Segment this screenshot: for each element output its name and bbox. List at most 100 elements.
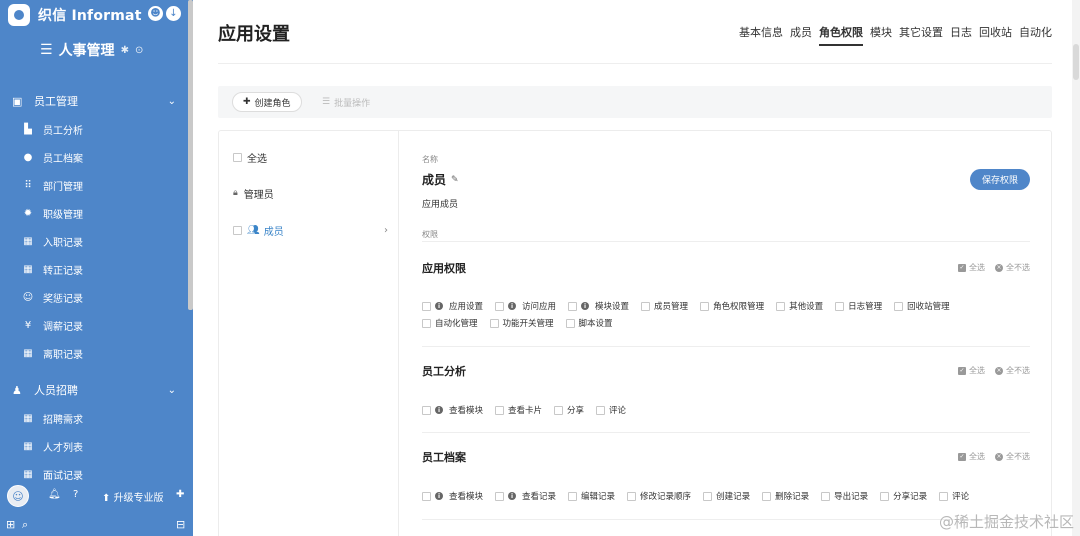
create-role-button[interactable]: ✚ 创建角色: [232, 92, 302, 112]
sidebar-item-resignation[interactable]: ▦ 离职记录: [0, 339, 188, 367]
checkbox[interactable]: [489, 318, 499, 328]
sidebar-item-rank[interactable]: ✹ 职级管理: [0, 199, 188, 227]
bell-icon[interactable]: 🔔︎: [48, 489, 61, 500]
perm-automation-management[interactable]: 自动化管理: [422, 317, 478, 329]
checkbox[interactable]: [835, 301, 845, 311]
select-all-button[interactable]: ✓ 全选: [958, 365, 985, 376]
checkbox[interactable]: [880, 491, 890, 501]
checkbox[interactable]: [422, 491, 431, 501]
sidebar-item-onboarding[interactable]: ▦ 入职记录: [0, 227, 188, 255]
perm-recycle-management[interactable]: 回收站管理: [894, 300, 950, 312]
app-title[interactable]: ☰ 人事管理 ✱ ⊙: [40, 40, 143, 60]
perm-role-management[interactable]: 角色权限管理: [700, 300, 764, 312]
select-all-button[interactable]: ✓ 全选: [958, 451, 985, 462]
edit-icon[interactable]: ✎: [451, 175, 459, 185]
select-none-button[interactable]: × 全不选: [995, 262, 1030, 273]
select-none-button[interactable]: × 全不选: [995, 365, 1030, 376]
checkbox[interactable]: [596, 405, 606, 415]
checkbox[interactable]: [703, 491, 713, 501]
perm-app-settings[interactable]: i 应用设置: [422, 300, 483, 312]
perm-reorder-record[interactable]: 修改记录顺序: [627, 490, 691, 502]
select-none-button[interactable]: × 全不选: [995, 451, 1030, 462]
upgrade-button[interactable]: ⬆ 升级专业版: [102, 489, 164, 504]
perm-module-settings[interactable]: i 模块设置: [568, 300, 629, 312]
checkbox[interactable]: [568, 491, 578, 501]
checkbox[interactable]: [627, 491, 637, 501]
sidebar-item-employee-profile[interactable]: ● 员工档案: [0, 143, 188, 171]
tab-role-permissions[interactable]: 角色权限: [819, 24, 863, 46]
perm-member-management[interactable]: 成员管理: [641, 300, 688, 312]
perm-view-module[interactable]: i 查看模块: [422, 490, 483, 502]
perm-export-record[interactable]: 导出记录: [821, 490, 868, 502]
brand[interactable]: 织信 Informat: [8, 4, 142, 26]
tab-automation[interactable]: 自动化: [1019, 24, 1052, 46]
help-icon[interactable]: ?: [73, 489, 78, 500]
save-permissions-button[interactable]: 保存权限: [970, 169, 1030, 190]
checkbox[interactable]: [422, 318, 431, 328]
perm-view-card[interactable]: 查看卡片: [495, 404, 542, 416]
checkbox[interactable]: [568, 301, 578, 311]
download-icon[interactable]: ↓: [166, 6, 181, 21]
batch-ops-button[interactable]: ☰ 批量操作: [314, 92, 378, 112]
perm-edit-record[interactable]: 编辑记录: [568, 490, 615, 502]
checkbox[interactable]: [700, 301, 710, 311]
settings-icon[interactable]: ✱: [121, 45, 129, 56]
role-checkbox[interactable]: [233, 225, 242, 235]
checkbox[interactable]: [495, 491, 505, 501]
main-scrollbar[interactable]: [1072, 0, 1080, 536]
user-menu-icon[interactable]: ☻: [148, 6, 163, 21]
role-item-member[interactable]: 👥︎ 成员 ›: [233, 220, 388, 240]
perm-access-app[interactable]: i 访问应用: [495, 300, 556, 312]
add-user-icon[interactable]: ✚: [176, 489, 184, 500]
checkbox[interactable]: [821, 491, 831, 501]
collapse-icon[interactable]: ⊟: [176, 518, 185, 531]
role-item-admin[interactable]: 🔒︎ 管理员: [233, 183, 388, 203]
perm-feature-switch[interactable]: 功能开关管理: [489, 317, 554, 329]
tab-recycle-bin[interactable]: 回收站: [979, 24, 1012, 46]
add-icon[interactable]: ⊞: [6, 518, 15, 531]
select-all-checkbox[interactable]: [233, 152, 242, 162]
perm-delete-record[interactable]: 删除记录: [762, 490, 809, 502]
perm-other-settings[interactable]: 其他设置: [776, 300, 823, 312]
tab-basic-info[interactable]: 基本信息: [739, 24, 783, 46]
checkbox[interactable]: [554, 405, 564, 415]
more-icon[interactable]: ⊙: [135, 45, 143, 56]
tab-other-settings[interactable]: 其它设置: [899, 24, 943, 46]
tab-logs[interactable]: 日志: [950, 24, 972, 46]
checkbox[interactable]: [776, 301, 786, 311]
select-all-button[interactable]: ✓ 全选: [958, 262, 985, 273]
perm-share[interactable]: 分享: [554, 404, 584, 416]
sidebar-item-regularization[interactable]: ▦ 转正记录: [0, 255, 188, 283]
perm-comment[interactable]: 评论: [596, 404, 626, 416]
checkbox[interactable]: [641, 301, 651, 311]
sidebar-item-employee-analysis[interactable]: ▙ 员工分析: [0, 115, 188, 143]
sidebar-item-department[interactable]: ⠿ 部门管理: [0, 171, 188, 199]
perm-view-module[interactable]: i 查看模块: [422, 404, 483, 416]
checkbox[interactable]: [939, 491, 949, 501]
checkbox[interactable]: [495, 405, 505, 415]
tab-members[interactable]: 成员: [790, 24, 812, 46]
sidebar-scrollbar[interactable]: [188, 0, 193, 310]
checkbox[interactable]: [495, 301, 505, 311]
perm-script-settings[interactable]: 脚本设置: [565, 317, 613, 329]
checkbox[interactable]: [422, 301, 431, 311]
perm-comment[interactable]: 评论: [939, 490, 969, 502]
checkbox[interactable]: [565, 318, 575, 328]
avatar[interactable]: ☺: [7, 485, 29, 507]
sidebar-group-recruitment[interactable]: ♟ 人员招聘 ⌄: [0, 376, 188, 404]
sidebar-item-recruit-demand[interactable]: ▦ 招聘需求: [0, 404, 188, 432]
checkbox[interactable]: [894, 301, 904, 311]
sidebar-group-employee[interactable]: ▣ 员工管理 ⌄: [0, 87, 188, 115]
sidebar-item-rewards[interactable]: ☺ 奖惩记录: [0, 283, 188, 311]
perm-view-record[interactable]: i 查看记录: [495, 490, 556, 502]
sidebar-item-talent-list[interactable]: ▦ 人才列表: [0, 432, 188, 460]
checkbox[interactable]: [762, 491, 772, 501]
role-select-all[interactable]: 全选: [233, 147, 388, 167]
search-icon[interactable]: ⌕: [22, 518, 28, 532]
perm-create-record[interactable]: 创建记录: [703, 490, 750, 502]
sidebar-item-salary[interactable]: ¥ 调薪记录: [0, 311, 188, 339]
perm-log-management[interactable]: 日志管理: [835, 300, 882, 312]
checkbox[interactable]: [422, 405, 431, 415]
perm-share-record[interactable]: 分享记录: [880, 490, 927, 502]
tab-modules[interactable]: 模块: [870, 24, 892, 46]
